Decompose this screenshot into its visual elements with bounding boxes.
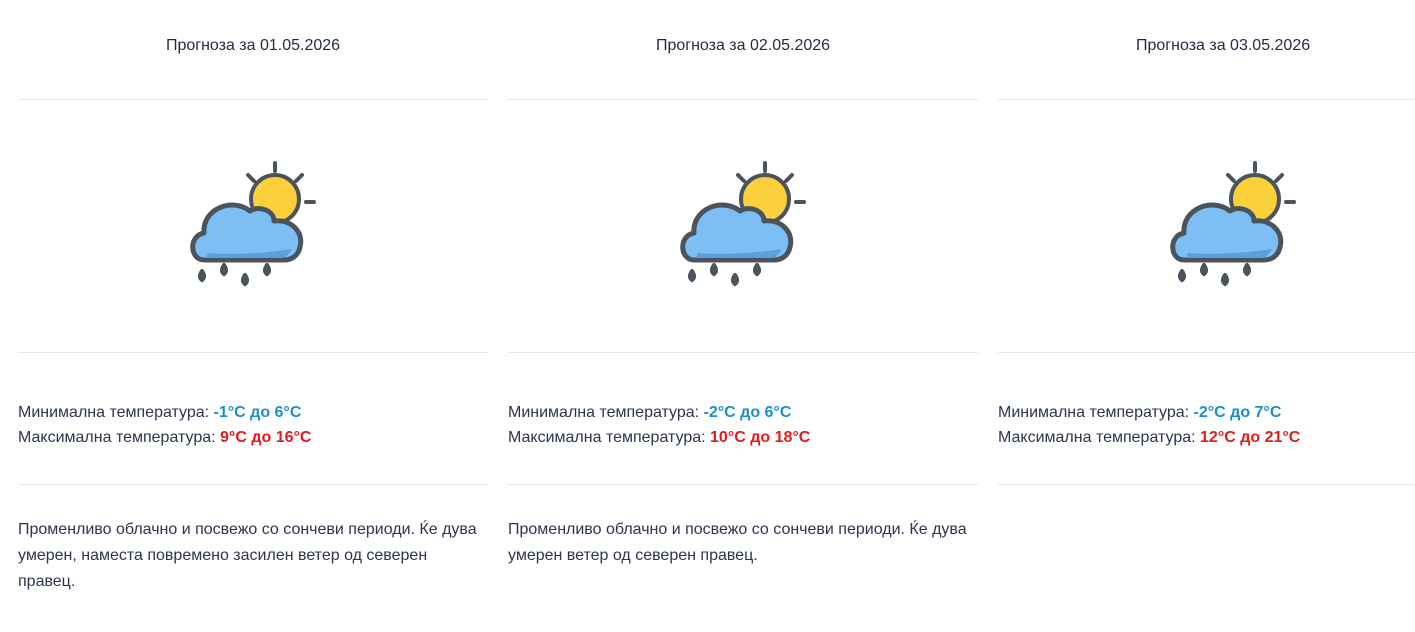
forecast-description: Променливо облачно и посвежо со сончеви …: [508, 521, 967, 564]
max-temperature-line: Максимална температура: 9°C до 16°C: [18, 425, 488, 450]
temperature-block: Минимална температура: -2°C до 7°C Макси…: [998, 353, 1415, 484]
min-temperature-label: Минимална температура:: [18, 403, 214, 421]
min-temperature-value: -2°C до 7°C: [1193, 403, 1282, 421]
min-temperature-value: -1°C до 6°C: [213, 403, 302, 421]
forecast-day-2: Прогноза за 02.05.2026 Минимална темпера…: [508, 0, 978, 632]
sun-cloud-rain-icon: [680, 161, 806, 287]
max-temperature-value: 9°C до 16°C: [220, 428, 312, 446]
max-temperature-label: Максимална температура:: [508, 428, 711, 446]
sun-cloud-rain-icon: [190, 161, 316, 287]
max-temperature-line: Максимална температура: 12°C до 21°C: [998, 425, 1415, 450]
min-temperature-line: Минимална температура: -1°C до 6°C: [18, 400, 488, 425]
forecast-description: Променливо облачно и посвежо со сончеви …: [18, 521, 477, 590]
weather-icon-container: [998, 100, 1415, 352]
forecast-title: Прогноза за 02.05.2026: [655, 36, 831, 54]
min-temperature-line: Минимална температура: -2°C до 6°C: [508, 400, 978, 425]
min-temperature-label: Минимална температура:: [508, 403, 704, 421]
max-temperature-value: 12°C до 21°C: [1200, 428, 1301, 446]
forecast-title: Прогноза за 01.05.2026: [165, 36, 341, 54]
max-temperature-label: Максимална температура:: [18, 428, 221, 446]
min-temperature-value: -2°C до 6°C: [703, 403, 792, 421]
max-temperature-label: Максимална температура:: [998, 428, 1201, 446]
min-temperature-label: Минимална температура:: [998, 403, 1194, 421]
forecast-day-1: Прогноза за 01.05.2026 Минимална темпера…: [18, 0, 488, 632]
temperature-block: Минимална температура: -2°C до 6°C Макси…: [508, 353, 978, 484]
temperature-block: Минимална температура: -1°C до 6°C Макси…: [18, 353, 488, 484]
forecast-day-3: Прогноза за 03.05.2026 Минимална темпера…: [998, 0, 1415, 632]
max-temperature-value: 10°C до 18°C: [710, 428, 811, 446]
forecast-description: [998, 485, 1415, 517]
forecast-row: Прогноза за 01.05.2026 Минимална темпера…: [0, 0, 1415, 632]
min-temperature-line: Минимална температура: -2°C до 7°C: [998, 400, 1415, 425]
max-temperature-line: Максимална температура: 10°C до 18°C: [508, 425, 978, 450]
weather-icon-container: [508, 100, 978, 352]
weather-icon-container: [18, 100, 488, 352]
sun-cloud-rain-icon: [1170, 161, 1296, 287]
forecast-title: Прогноза за 03.05.2026: [1136, 36, 1311, 54]
